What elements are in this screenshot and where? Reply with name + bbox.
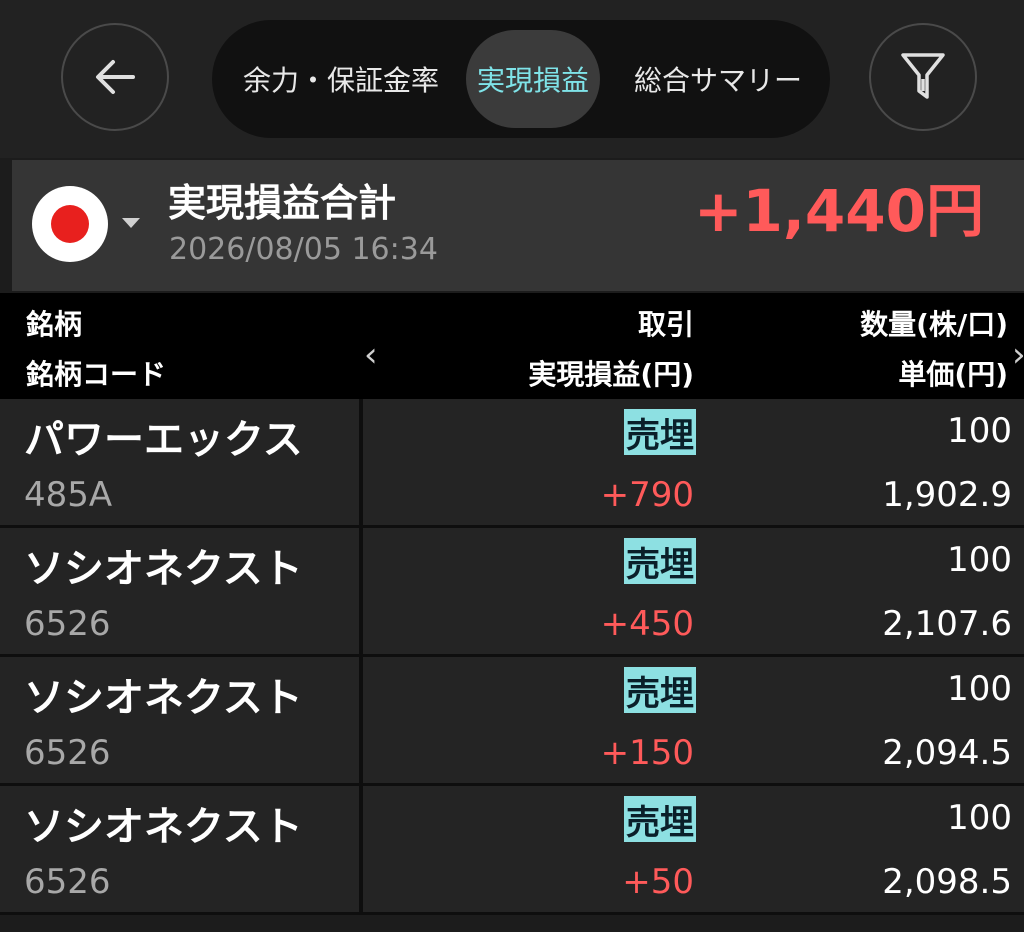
table-row[interactable]: ソシオネクスト 6526 売埋 +150 100 2,094.5 xyxy=(0,657,1024,786)
stock-name: ソシオネクスト xyxy=(24,804,303,850)
quantity: 100 xyxy=(947,669,1012,709)
stock-name: パワーエックス xyxy=(24,417,303,463)
trade-type-badge: 売埋 xyxy=(624,667,696,714)
summary-title: 実現損益合計 xyxy=(168,181,397,225)
quantity: 100 xyxy=(947,540,1012,580)
unit-price: 2,098.5 xyxy=(882,862,1012,902)
arrow-left-icon xyxy=(96,60,135,94)
header-code: 銘柄コード xyxy=(26,358,167,391)
realized-pl: +50 xyxy=(622,862,694,902)
summary-timestamp: 2026/08/05 16:34 xyxy=(169,232,438,267)
unit-price: 2,107.6 xyxy=(882,604,1012,644)
summary-total: +1,440円 xyxy=(693,177,984,245)
realized-pl: +790 xyxy=(600,475,694,515)
table-row[interactable]: ソシオネクスト 6526 売埋 +50 100 2,098.5 xyxy=(0,786,1024,915)
header-unit-price: 単価(円) xyxy=(898,358,1008,391)
stock-code: 6526 xyxy=(24,733,111,773)
table-header: 銘柄 銘柄コード ‹ 取引 実現損益(円) 数量(株/口) 単価(円) › xyxy=(0,293,1024,399)
tab-selector: 余力・保証金率 実現損益 総合サマリー xyxy=(212,20,830,138)
tab-overall-summary[interactable]: 総合サマリー xyxy=(618,30,818,128)
quantity: 100 xyxy=(947,411,1012,451)
chevron-left-icon[interactable]: ‹ xyxy=(364,335,378,375)
top-bar: 余力・保証金率 実現損益 総合サマリー xyxy=(0,0,1024,158)
unit-price: 2,094.5 xyxy=(882,733,1012,773)
filter-button[interactable] xyxy=(869,23,977,131)
chevron-right-icon[interactable]: › xyxy=(1012,335,1024,375)
tab-margin-rate[interactable]: 余力・保証金率 xyxy=(226,30,456,128)
header-trade: 取引 xyxy=(637,308,694,341)
realized-pl: +450 xyxy=(600,604,694,644)
stock-code: 6526 xyxy=(24,862,111,902)
trade-type-badge: 売埋 xyxy=(624,409,696,456)
header-realized-pl: 実現損益(円) xyxy=(528,358,694,391)
trade-type-badge: 売埋 xyxy=(624,796,696,843)
stock-name: ソシオネクスト xyxy=(24,675,303,721)
stock-code: 485A xyxy=(24,475,113,515)
table-row[interactable]: ソシオネクスト 6526 売埋 +450 100 2,107.6 xyxy=(0,528,1024,657)
table-row[interactable]: パワーエックス 485A 売埋 +790 100 1,902.9 xyxy=(0,399,1024,528)
tab-realized-pl[interactable]: 実現損益 xyxy=(466,30,600,128)
trade-type-badge: 売埋 xyxy=(624,538,696,585)
stock-name: ソシオネクスト xyxy=(24,546,303,592)
header-quantity: 数量(株/口) xyxy=(860,308,1008,341)
quantity: 100 xyxy=(947,798,1012,838)
header-name: 銘柄 xyxy=(26,308,83,341)
japan-flag-icon[interactable] xyxy=(32,186,108,262)
back-button[interactable] xyxy=(61,23,169,131)
realized-pl-summary: 実現損益合計 2026/08/05 16:34 +1,440円 xyxy=(12,160,1024,291)
stock-code: 6526 xyxy=(24,604,111,644)
unit-price: 1,902.9 xyxy=(882,475,1012,515)
realized-pl: +150 xyxy=(600,733,694,773)
trade-list: パワーエックス 485A 売埋 +790 100 1,902.9 ソシオネクスト… xyxy=(0,399,1024,915)
chevron-down-icon[interactable] xyxy=(122,218,140,228)
filter-icon xyxy=(901,53,945,99)
